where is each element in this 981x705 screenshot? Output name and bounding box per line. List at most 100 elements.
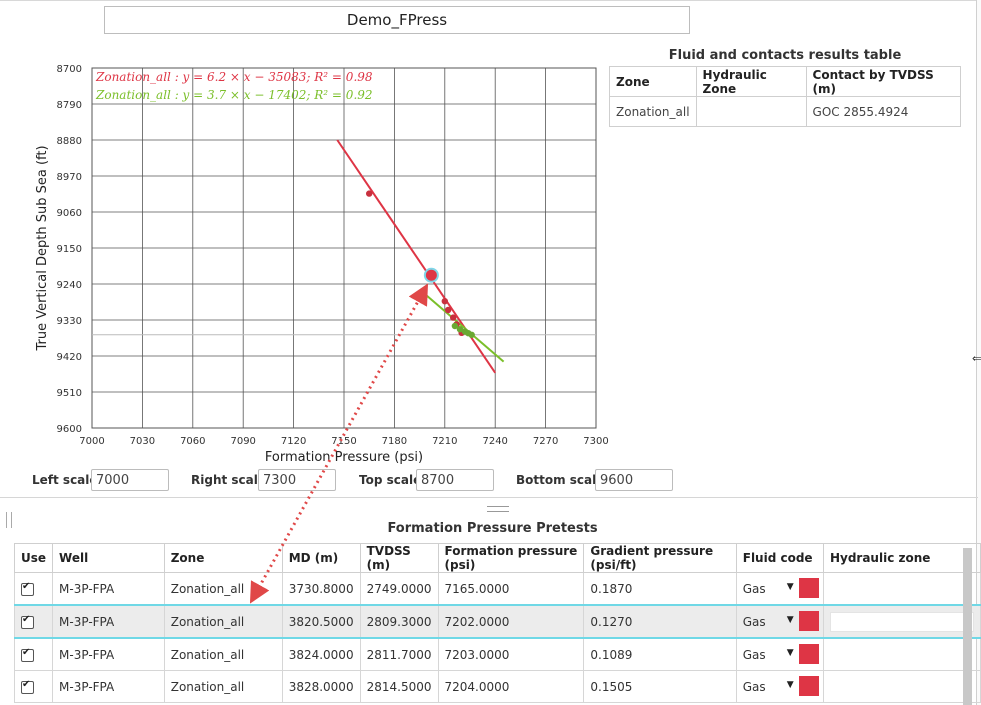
cell-gradient: 0.1089 (583, 637, 737, 671)
col-use[interactable]: Use (13, 543, 54, 573)
data-point (450, 314, 457, 321)
right-scale-label: Right scale (191, 473, 267, 487)
x-tick-label: 7270 (533, 436, 558, 447)
col-hydraulic-zone[interactable]: Hydraulic zone (822, 543, 981, 573)
cell-md: 3730.8000 (281, 572, 361, 606)
fluid-code-select[interactable]: Gas ▼ (735, 572, 824, 606)
table-scrollbar[interactable] (963, 548, 972, 705)
regression-label: Zonation_all : y = 3.7 × x − 17402; R² =… (95, 88, 373, 102)
y-tick-label: 9600 (57, 424, 82, 435)
fluid-color-swatch[interactable] (798, 578, 819, 598)
cell-gradient: 0.1870 (583, 572, 737, 606)
top-scale-input[interactable] (416, 469, 494, 491)
left-scale-label: Left scale (32, 473, 98, 487)
x-tick-label: 7060 (180, 436, 205, 447)
cell-formation-pressure: 7203.0000 (437, 637, 585, 671)
fluid-contacts-table: Zone Hydraulic Zone Contact by TVDSS (m)… (609, 66, 961, 127)
table-row[interactable]: M-3P-FPA Zonation_all 3824.0000 2811.700… (13, 637, 981, 671)
left-scale-input[interactable] (91, 469, 169, 491)
cell-hydraulic-zone[interactable] (822, 637, 981, 671)
y-tick-label: 8700 (57, 64, 82, 75)
cell-well: M-3P-FPA (52, 572, 165, 606)
fluid-code-select[interactable]: Gas ▼ (735, 637, 824, 671)
x-tick-label: 7240 (482, 436, 507, 447)
dropdown-caret-icon[interactable]: ▼ (787, 582, 794, 592)
cell-hydraulic-zone[interactable] (822, 572, 981, 606)
cell-gradient: 0.1505 (583, 670, 737, 703)
dropdown-caret-icon[interactable]: ▼ (787, 680, 794, 690)
x-tick-label: 7150 (331, 436, 356, 447)
cell-tvdss: 2749.0000 (359, 572, 439, 606)
col-zone[interactable]: Zone (163, 543, 283, 573)
fluid-col-zone: Zone (609, 66, 697, 97)
cell-formation-pressure: 7165.0000 (437, 572, 585, 606)
data-point (465, 330, 472, 337)
splitter-grip-icon[interactable] (487, 506, 509, 512)
panel-splitter (0, 497, 978, 498)
fluid-col-contact: Contact by TVDSS (m) (805, 66, 961, 97)
pretests-table: Use Well Zone MD (m) TVDSS (m) Formation… (13, 543, 981, 703)
table-row-selected[interactable]: M-3P-FPA Zonation_all 3820.5000 2809.300… (13, 604, 981, 639)
fluid-code-value: Gas (742, 647, 766, 662)
use-checkbox[interactable] (21, 581, 34, 596)
cell-tvdss: 2814.5000 (359, 670, 439, 703)
use-checkbox[interactable] (21, 679, 34, 694)
table-row[interactable]: M-3P-FPA Zonation_all 3828.0000 2814.500… (13, 670, 981, 703)
y-tick-label: 9060 (57, 208, 82, 219)
cell-hydraulic-zone[interactable] (822, 604, 981, 639)
resize-handle-icon[interactable]: ⟺ (972, 352, 981, 365)
dropdown-caret-icon[interactable]: ▼ (787, 615, 794, 625)
cell-zone: Zonation_all (163, 604, 283, 639)
y-tick-label: 8970 (57, 172, 82, 183)
cell-well: M-3P-FPA (52, 670, 165, 703)
x-tick-label: 7120 (281, 436, 306, 447)
fluid-row[interactable]: Zonation_all GOC 2855.4924 (609, 96, 961, 127)
fluid-code-select[interactable]: Gas ▼ (735, 670, 824, 703)
cell-zone: Zonation_all (163, 670, 283, 703)
use-checkbox[interactable] (21, 647, 34, 662)
cell-tvdss: 2811.7000 (359, 637, 439, 671)
y-axis-label: True Vertical Depth Sub Sea (ft) (35, 145, 50, 351)
cell-gradient: 0.1270 (583, 604, 737, 639)
use-checkbox[interactable] (21, 614, 34, 629)
cell-hydraulic-zone[interactable] (822, 670, 981, 703)
y-tick-label: 9330 (57, 316, 82, 327)
fluid-table-title: Fluid and contacts results table (668, 48, 902, 63)
fluid-color-swatch[interactable] (798, 676, 819, 696)
right-scale-input[interactable] (258, 469, 336, 491)
pressure-depth-chart[interactable]: 7000 7030 7060 7090 7120 7150 7180 7210 7240 7270… (0, 55, 610, 475)
cell-zone: Zonation_all (163, 572, 283, 606)
col-well[interactable]: Well (52, 543, 165, 573)
fluid-color-swatch[interactable] (798, 644, 819, 664)
col-md[interactable]: MD (m) (281, 543, 361, 573)
cell-md: 3820.5000 (281, 604, 361, 639)
y-tick-label: 8790 (57, 100, 82, 111)
x-tick-label: 7090 (230, 436, 255, 447)
y-tick-label: 8880 (57, 136, 82, 147)
col-fluid-code[interactable]: Fluid code (735, 543, 824, 573)
dropdown-caret-icon[interactable]: ▼ (787, 648, 794, 658)
fluid-cell-hydraulic-zone (695, 96, 807, 127)
fluid-col-hydraulic-zone: Hydraulic Zone (695, 66, 807, 97)
data-point (441, 298, 448, 305)
hydraulic-zone-input[interactable] (829, 611, 974, 632)
cell-zone: Zonation_all (163, 637, 283, 671)
x-tick-label: 7030 (130, 436, 155, 447)
top-scale-label: Top scale (359, 473, 422, 487)
y-tick-label: 9510 (57, 388, 82, 399)
data-point (366, 190, 373, 197)
fluid-cell-zone: Zonation_all (609, 96, 697, 127)
table-row[interactable]: M-3P-FPA Zonation_all 3730.8000 2749.000… (13, 572, 981, 606)
bottom-scale-input[interactable] (595, 469, 673, 491)
project-title: Demo_FPress (104, 6, 690, 34)
fluid-code-value: Gas (742, 581, 766, 596)
col-gradient-pressure[interactable]: Gradient pressure (psi/ft) (583, 543, 737, 573)
x-tick-label: 7180 (382, 436, 407, 447)
data-point (444, 306, 452, 314)
x-axis-label: Formation Pressure (psi) (265, 450, 423, 465)
fluid-code-select[interactable]: Gas ▼ (735, 604, 824, 639)
cell-well: M-3P-FPA (52, 637, 165, 671)
col-tvdss[interactable]: TVDSS (m) (359, 543, 439, 573)
fluid-color-swatch[interactable] (798, 611, 819, 631)
col-formation-pressure[interactable]: Formation pressure (psi) (437, 543, 585, 573)
